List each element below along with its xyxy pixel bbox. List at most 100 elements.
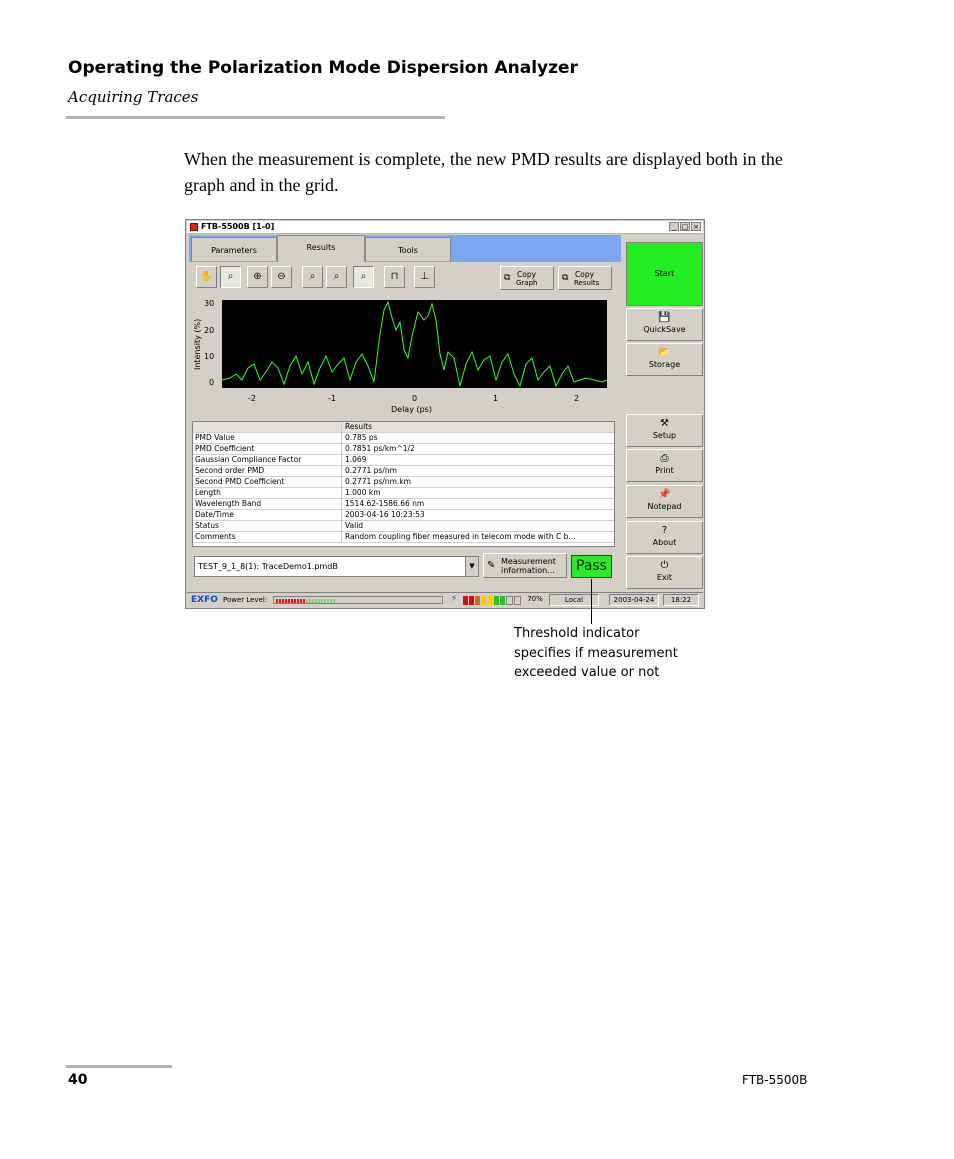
trace-file-select[interactable]: TEST_9_1_8(1): TraceDemo1.pmdB ▼ [194, 556, 479, 577]
x-tick: -1 [328, 394, 336, 403]
tab-tools[interactable]: Tools [365, 237, 451, 261]
pmd-trace [221, 300, 608, 388]
printer-icon: ⎙ [660, 453, 669, 464]
table-row[interactable]: Date/Time 2003-04-16 10:23:53 [193, 510, 614, 521]
help-icon: ? [661, 525, 668, 536]
battery-meter [463, 596, 521, 605]
copy-icon: ⧉ [562, 273, 569, 283]
copy-results-button[interactable]: ⧉ Copy Results [558, 266, 612, 290]
measurement-label: Measurement [501, 557, 556, 566]
table-row[interactable]: Comments Random coupling fiber measured i… [193, 532, 614, 543]
app-window: FTB-5500B [1-0] _ □ × Parameters Results… [185, 219, 705, 609]
folder-icon: 📂 [658, 347, 671, 358]
tab-results[interactable]: Results [277, 235, 365, 262]
chapter-title: Operating the Polarization Mode Dispersi… [68, 58, 578, 78]
grid-cell-label: Status [195, 521, 219, 530]
grid-cell-value: Random coupling fiber measured in teleco… [345, 532, 576, 541]
grid-cell-value: 0.7851 ps/km^1/2 [345, 444, 415, 453]
floppy-disk-icon: 💾 [658, 312, 671, 323]
zoom-out-icon[interactable]: ⊖ [271, 266, 292, 288]
table-row[interactable]: PMD Coefficient 0.7851 ps/km^1/2 [193, 444, 614, 455]
about-button[interactable]: ? About [626, 521, 703, 554]
time-indicator: 18:22 [663, 594, 699, 606]
pmd-trace-plot [221, 300, 608, 388]
table-row[interactable]: Status Valid [193, 521, 614, 532]
pmd-graph[interactable] [221, 300, 608, 388]
tools-icon: ⚒ [660, 418, 669, 429]
grid-cell-value: 1.069 [345, 455, 367, 464]
table-row[interactable]: Length 1.000 km [193, 488, 614, 499]
maximize-button[interactable]: □ [680, 222, 690, 231]
status-bar: EXFO Power Level: ⚡ 70% Local 2003-04-24… [187, 592, 703, 608]
grid-cell-value: 2003-04-16 10:23:53 [345, 510, 425, 519]
x-tick: 2 [574, 394, 580, 403]
zoom-in-icon[interactable]: ⊕ [247, 266, 268, 288]
close-button[interactable]: × [691, 222, 701, 231]
x-tick: 0 [412, 394, 418, 403]
power-level-leds [276, 599, 335, 603]
table-row[interactable]: Wavelength Band 1514.62-1586.66 nm [193, 499, 614, 510]
pencil-icon: ✎ [487, 560, 496, 571]
copy-icon: ⧉ [504, 273, 511, 283]
copy-results-label: Copy [575, 270, 595, 279]
results-grid: Results PMD Value 0.785 ps PMD Coefficien… [192, 421, 615, 547]
measurement-sublabel: information... [501, 566, 555, 575]
marker-peak-icon[interactable]: ⊓ [384, 266, 405, 288]
storage-label: Storage [648, 360, 681, 369]
exit-button[interactable]: ⏻ Exit [626, 556, 703, 589]
copy-graph-sublabel: Graph [516, 279, 538, 287]
start-button[interactable]: Start [626, 242, 703, 306]
exfo-logo: EXFO [191, 595, 218, 605]
grid-header-cell: Results [345, 422, 373, 431]
table-row[interactable]: Second PMD Coefficient 0.2771 ps/nm.km [193, 477, 614, 488]
zoom-fit-icon[interactable]: ⌕ [353, 266, 374, 288]
grid-cell-label: Date/Time [195, 510, 234, 519]
quicksave-label: QuickSave [643, 325, 686, 334]
y-tick: 10 [204, 352, 215, 361]
setup-label: Setup [652, 431, 677, 440]
header-rule [66, 116, 445, 119]
zoom-area-icon[interactable]: ⌕ [220, 266, 241, 288]
storage-button[interactable]: 📂 Storage [626, 343, 703, 376]
grid-header-row: Results [193, 422, 614, 433]
marker-line-icon[interactable]: ⊥ [414, 266, 435, 288]
zoom-vertical-icon[interactable]: ⌕ [326, 266, 347, 288]
setup-button[interactable]: ⚒ Setup [626, 414, 703, 447]
copy-graph-button[interactable]: ⧉ Copy Graph [500, 266, 554, 290]
grid-cell-label: PMD Value [195, 433, 235, 442]
table-row[interactable]: Second order PMD 0.2771 ps/nm [193, 466, 614, 477]
body-paragraph: When the measurement is complete, the ne… [184, 149, 783, 195]
app-icon [190, 223, 198, 231]
grid-cell-label: Length [195, 488, 221, 497]
grid-cell-label: Comments [195, 532, 236, 541]
notepad-label: Notepad [647, 502, 682, 511]
power-icon: ⏻ [660, 560, 669, 571]
tab-parameters[interactable]: Parameters [191, 237, 277, 261]
pan-hand-icon[interactable]: ✋ [196, 266, 217, 288]
y-tick: 30 [204, 299, 215, 308]
trace-file-value: TEST_9_1_8(1): TraceDemo1.pmdB [198, 562, 338, 571]
minimize-button[interactable]: _ [669, 222, 679, 231]
grid-cell-value: 0.2771 ps/nm [345, 466, 397, 475]
power-level-label: Power Level: [223, 596, 268, 604]
grid-cell-label: Second order PMD [195, 466, 265, 475]
x-tick: 1 [493, 394, 499, 403]
footer-model: FTB-5500B [742, 1073, 808, 1087]
notepad-button[interactable]: 📌 Notepad [626, 485, 703, 518]
table-row[interactable]: Gaussian Compliance Factor 1.069 [193, 455, 614, 466]
about-label: About [652, 538, 677, 547]
tab-strip: Parameters Results Tools [189, 235, 621, 262]
zoom-horizontal-icon[interactable]: ⌕ [302, 266, 323, 288]
plug-icon: ⚡ [451, 594, 458, 604]
x-axis-label: Delay (ps) [391, 405, 432, 414]
quicksave-button[interactable]: 💾 QuickSave [626, 308, 703, 341]
grid-cell-label: PMD Coefficient [195, 444, 255, 453]
exit-label: Exit [656, 573, 673, 582]
grid-cell-value: 0.785 ps [345, 433, 378, 442]
grid-cell-value: 0.2771 ps/nm.km [345, 477, 411, 486]
measurement-information-button[interactable]: ✎ Measurement information... [483, 553, 567, 578]
chevron-down-icon[interactable]: ▼ [465, 557, 478, 576]
y-tick: 0 [209, 378, 215, 387]
print-button[interactable]: ⎙ Print [626, 449, 703, 482]
table-row[interactable]: PMD Value 0.785 ps [193, 433, 614, 444]
